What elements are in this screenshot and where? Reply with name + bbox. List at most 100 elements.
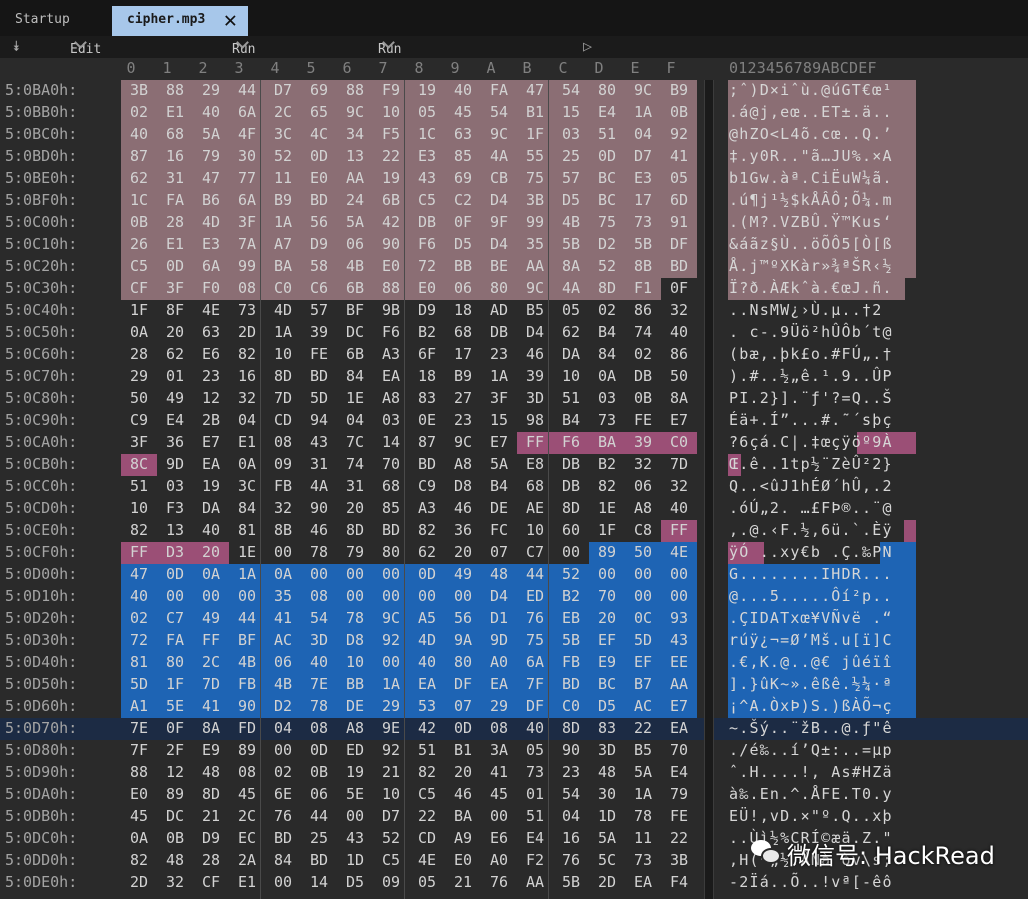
hex-byte[interactable]: 00 [589,565,625,583]
hex-byte[interactable]: 01 [157,367,193,385]
hex-byte[interactable]: 1A [481,367,517,385]
hex-byte[interactable]: 1A [625,785,661,803]
hex-byte[interactable]: 94 [301,411,337,429]
hex-byte[interactable]: 3C [265,125,301,143]
edit-as-dropdown[interactable]: Edit As: Hex [70,36,101,87]
hex-byte[interactable]: 6D [661,191,697,209]
hex-row[interactable]: 5:0D10h: 40 00 00 00 35 08 00 00 00 00 D4 ED B2 70 00 00… [0,586,1028,608]
hex-byte[interactable]: BD [409,455,445,473]
hex-byte[interactable]: FF [661,521,697,539]
hex-byte[interactable]: 86 [661,345,697,363]
hex-byte[interactable]: 62 [553,323,589,341]
hex-byte[interactable]: 1C [121,191,157,209]
hex-byte[interactable]: 9C [625,81,661,99]
hex-byte[interactable]: A1 [121,697,157,715]
hex-byte[interactable]: 00 [265,543,301,561]
hex-byte[interactable]: 4D [193,213,229,231]
hex-byte[interactable]: 51 [121,477,157,495]
hex-byte[interactable]: 74 [337,455,373,473]
hex-byte[interactable]: 84 [589,345,625,363]
hex-byte[interactable]: C0 [265,279,301,297]
hex-byte[interactable]: B5 [625,741,661,759]
hex-byte[interactable]: 17 [625,191,661,209]
hex-byte[interactable]: 0F [157,719,193,737]
hex-byte[interactable]: 6A [193,257,229,275]
hex-byte[interactable]: 54 [481,103,517,121]
hex-byte[interactable]: 73 [625,213,661,231]
hex-byte[interactable]: 5D [625,631,661,649]
hex-byte[interactable]: 83 [409,389,445,407]
hex-byte[interactable]: F0 [193,279,229,297]
hex-byte[interactable]: 00 [625,565,661,583]
hex-byte[interactable]: 32 [661,477,697,495]
tab-cipher-mp3[interactable]: cipher.mp3 ✕ [112,6,248,36]
hex-row[interactable]: 5:0C00h: 0B 28 4D 3F 1A 56 5A 42 DB 0F 9F 99 4B 75 73 91… [0,212,1028,234]
hex-byte[interactable]: 80 [589,81,625,99]
hex-byte[interactable]: 1D [337,851,373,869]
hex-byte[interactable]: 5B [553,235,589,253]
hex-byte[interactable]: AC [265,631,301,649]
hex-byte[interactable]: E6 [193,345,229,363]
hex-byte[interactable]: 3F [481,389,517,407]
hex-byte[interactable]: 00 [661,587,697,605]
hex-row[interactable]: 5:0D70h: 7E 0F 8A FD 04 08 A8 9E 42 0D 08 40 8D 83 22 EA… [0,718,1028,740]
hex-byte[interactable]: 02 [265,763,301,781]
hex-byte[interactable]: 04 [265,719,301,737]
hex-byte[interactable]: 0B [625,389,661,407]
hex-byte[interactable]: 47 [193,169,229,187]
hex-byte[interactable]: E7 [661,697,697,715]
hex-byte[interactable]: 8A [553,257,589,275]
hex-byte[interactable]: E4 [661,763,697,781]
hex-byte[interactable]: 79 [661,785,697,803]
hex-byte[interactable]: 31 [301,455,337,473]
hex-byte[interactable]: ED [337,741,373,759]
hex-byte[interactable]: FE [625,411,661,429]
hex-byte[interactable]: 8A [661,389,697,407]
hex-byte[interactable]: 11 [625,829,661,847]
hex-byte[interactable]: E7 [661,411,697,429]
hex-byte[interactable]: 4D [265,301,301,319]
hex-byte[interactable]: 87 [121,147,157,165]
hex-row[interactable]: 5:0C60h: 28 62 E6 82 10 FE 6B A3 6F 17 23 46 DA 84 02 86… [0,344,1028,366]
hex-byte[interactable]: DB [481,323,517,341]
hex-byte[interactable]: 22 [409,807,445,825]
hex-byte[interactable]: E1 [157,235,193,253]
hex-byte[interactable]: 7D [265,389,301,407]
hex-byte[interactable]: C9 [121,411,157,429]
hex-byte[interactable]: E0 [121,785,157,803]
hex-byte[interactable]: 5A [481,455,517,473]
hex-byte[interactable]: 43 [337,829,373,847]
hex-byte[interactable]: A8 [337,719,373,737]
hex-byte[interactable]: 0A [121,323,157,341]
hex-byte[interactable]: 8D [553,719,589,737]
hex-byte[interactable]: 45 [481,785,517,803]
hex-byte[interactable]: 41 [661,147,697,165]
hex-byte[interactable]: 48 [481,565,517,583]
hex-byte[interactable]: 73 [625,851,661,869]
hex-byte[interactable]: 00 [625,587,661,605]
hex-byte[interactable]: 68 [445,323,481,341]
tab-startup[interactable]: Startup [0,6,104,36]
hex-byte[interactable]: D8 [337,631,373,649]
ascii-text[interactable]: @...5.....Ôí²p.. [729,587,893,605]
hex-byte[interactable]: 70 [661,741,697,759]
hex-byte[interactable]: 08 [301,587,337,605]
hex-byte[interactable]: E1 [157,103,193,121]
ascii-text[interactable]: Œ.ê..1tp½¨ZèÛ²2} [729,455,893,473]
hex-byte[interactable]: F3 [157,499,193,517]
hex-byte[interactable]: 31 [337,477,373,495]
hex-byte[interactable]: 0A [589,367,625,385]
hex-byte[interactable]: 23 [445,411,481,429]
hex-byte[interactable]: E9 [589,653,625,671]
hex-byte[interactable]: 17 [445,345,481,363]
hex-byte[interactable]: 36 [445,521,481,539]
hex-byte[interactable]: EA [193,455,229,473]
hex-byte[interactable]: D7 [265,81,301,99]
hex-byte[interactable]: FE [661,807,697,825]
hex-byte[interactable]: 52 [553,565,589,583]
hex-byte[interactable]: 12 [193,389,229,407]
hex-byte[interactable]: 00 [445,587,481,605]
hex-byte[interactable]: C5 [121,257,157,275]
hex-byte[interactable]: 8D [193,785,229,803]
hex-byte[interactable]: 82 [409,521,445,539]
